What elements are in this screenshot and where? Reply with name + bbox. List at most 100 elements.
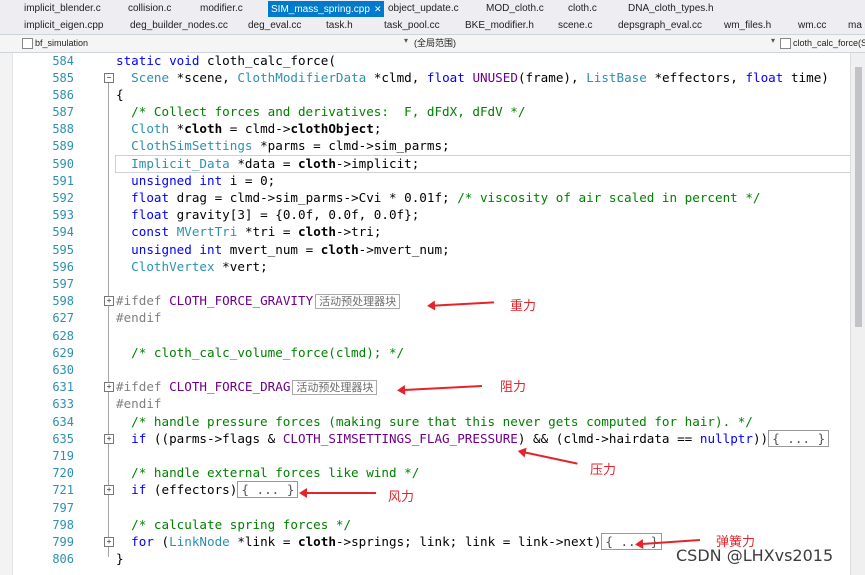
annotation-gravity: 重力 <box>510 299 537 314</box>
expand-icon[interactable]: + <box>104 434 114 444</box>
code-line[interactable]: #endif <box>116 396 162 411</box>
tab-overflow[interactable]: ma <box>848 19 862 33</box>
collapse-icon[interactable]: − <box>104 73 114 83</box>
chevron-down-icon[interactable]: ▾ <box>404 36 408 45</box>
line-number: 631 <box>52 380 74 394</box>
annotation-wind: 风力 <box>388 490 415 505</box>
project-label: bf_simulation <box>35 38 89 48</box>
arrow-icon <box>404 384 482 392</box>
expand-icon[interactable]: + <box>104 296 114 306</box>
code-line[interactable]: #ifdef CLOTH_FORCE_GRAVITY 活动预处理器块 <box>116 293 401 309</box>
close-icon[interactable]: ✕ <box>374 4 382 14</box>
code-line[interactable]: #endif <box>116 310 162 325</box>
function-name: cloth_calc_force( <box>207 53 336 68</box>
scope-label: (全局范围) <box>414 38 456 48</box>
line-number: 597 <box>52 277 74 291</box>
chevron-down-icon[interactable]: ▾ <box>771 36 775 45</box>
document-tab-row-2: implicit_eigen.cpp deg_builder_nodes.cc … <box>0 17 865 35</box>
indicator-margin <box>0 53 13 575</box>
tab-cloth[interactable]: cloth.c <box>568 2 597 16</box>
document-tab-row-1: implicit_blender.c collision.c modifier.… <box>0 0 865 18</box>
line-number: 593 <box>52 208 74 222</box>
watermark: CSDN @LHXvs2015 <box>676 546 834 565</box>
line-number: 719 <box>52 449 74 463</box>
code-line[interactable]: ClothSimSettings *parms = clmd->sim_parm… <box>116 138 449 153</box>
line-number: 633 <box>52 397 74 411</box>
arrow-icon <box>433 301 495 307</box>
tab-mod-cloth[interactable]: MOD_cloth.c <box>486 2 544 16</box>
tab-sim-mass-spring[interactable]: SIM_mass_spring.cpp ✕ <box>268 1 385 17</box>
line-number: 629 <box>52 346 74 360</box>
tab-bke-modifier[interactable]: BKE_modifier.h <box>465 19 534 33</box>
line-number: 586 <box>52 88 74 102</box>
line-number: 797 <box>52 501 74 515</box>
code-comment[interactable]: /* cloth_calc_volume_force(clmd); */ <box>116 345 404 360</box>
line-number: 628 <box>52 329 74 343</box>
tab-implicit-eigen[interactable]: implicit_eigen.cpp <box>24 19 104 33</box>
line-number: 594 <box>52 225 74 239</box>
code-line[interactable]: unsigned int i = 0; <box>116 173 275 188</box>
code-comment[interactable]: /* Collect forces and derivatives: F, dF… <box>116 104 525 119</box>
line-number: 598 <box>52 294 74 308</box>
line-number: 799 <box>52 535 74 549</box>
tab-object-update[interactable]: object_update.c <box>388 2 459 16</box>
line-number: 627 <box>52 311 74 325</box>
code-line[interactable]: Cloth *cloth = clmd->clothObject; <box>116 121 381 136</box>
code-comment[interactable]: /* handle external forces like wind */ <box>116 465 419 480</box>
line-number: 798 <box>52 518 74 532</box>
tab-deg-eval[interactable]: deg_eval.cc <box>248 19 301 33</box>
code-line[interactable]: Implicit_Data *data = cloth->implicit; <box>116 156 419 171</box>
tab-task-h[interactable]: task.h <box>326 19 353 33</box>
function-selector[interactable]: cloth_calc_force(Sce <box>780 37 865 50</box>
tab-modifier[interactable]: modifier.c <box>200 2 243 16</box>
line-number: 635 <box>52 432 74 446</box>
tab-depsgraph-eval[interactable]: depsgraph_eval.cc <box>618 19 702 33</box>
code-line[interactable]: for (LinkNode *link = cloth->springs; li… <box>116 533 663 550</box>
code-line[interactable]: unsigned int mvert_num = cloth->mvert_nu… <box>116 242 450 257</box>
line-number: 630 <box>52 363 74 377</box>
tab-dna-cloth-types[interactable]: DNA_cloth_types.h <box>628 2 714 16</box>
tab-label: SIM_mass_spring.cpp <box>271 4 370 15</box>
tab-task-pool[interactable]: task_pool.cc <box>384 19 440 33</box>
expand-icon[interactable]: + <box>104 485 114 495</box>
annotation-drag: 阻力 <box>500 380 527 395</box>
code-line[interactable]: static void cloth_calc_force( <box>116 53 336 68</box>
collapsed-block[interactable]: { ... } <box>768 430 830 447</box>
tab-wm-files[interactable]: wm_files.h <box>724 19 771 33</box>
code-editor[interactable]: 584 585 586 587 588 589 590 591 592 593 … <box>0 53 865 575</box>
tab-deg-builder-nodes[interactable]: deg_builder_nodes.cc <box>130 19 228 33</box>
code-line[interactable]: Scene *scene, ClothModifierData *clmd, f… <box>116 70 829 85</box>
code-line[interactable]: ClothVertex *vert; <box>116 259 267 274</box>
code-line[interactable]: if (effectors){ ... } <box>116 481 299 498</box>
inactive-preprocessor-hint: 活动预处理器块 <box>292 380 378 395</box>
code-line[interactable]: { <box>116 87 124 102</box>
line-number: 591 <box>52 174 74 188</box>
tab-scene[interactable]: scene.c <box>558 19 592 33</box>
code-line[interactable]: #ifdef CLOTH_FORCE_DRAG 活动预处理器块 <box>116 379 378 395</box>
code-line[interactable]: } <box>116 551 124 566</box>
line-number: 590 <box>52 157 74 171</box>
code-line[interactable]: const MVertTri *tri = cloth->tri; <box>116 224 381 239</box>
project-selector[interactable]: bf_simulation <box>22 37 402 50</box>
project-icon <box>22 38 33 50</box>
collapsed-block[interactable]: { ... } <box>237 481 299 498</box>
code-line[interactable]: float gravity[3] = {0.0f, 0.0f, 0.0f}; <box>116 207 419 222</box>
annotation-pressure: 压力 <box>590 463 617 478</box>
line-number: 589 <box>52 139 74 153</box>
line-number: 721 <box>52 483 74 497</box>
scope-selector[interactable]: (全局范围) <box>414 37 769 50</box>
line-number: 585 <box>52 71 74 85</box>
vertical-scrollbar[interactable] <box>850 53 865 575</box>
code-line[interactable]: float drag = clmd->sim_parms->Cvi * 0.01… <box>116 190 760 205</box>
expand-icon[interactable]: + <box>104 537 114 547</box>
tab-wm[interactable]: wm.cc <box>798 19 826 33</box>
code-comment[interactable]: /* calculate spring forces */ <box>116 517 351 532</box>
code-comment[interactable]: /* handle pressure forces (making sure t… <box>116 414 753 429</box>
tab-collision[interactable]: collision.c <box>128 2 171 16</box>
scrollbar-thumb[interactable] <box>855 67 862 327</box>
code-line[interactable]: if ((parms->flags & CLOTH_SIMSETTINGS_FL… <box>116 430 830 447</box>
tab-implicit-blender[interactable]: implicit_blender.c <box>24 2 101 16</box>
line-number: 720 <box>52 466 74 480</box>
expand-icon[interactable]: + <box>104 382 114 392</box>
line-number: 595 <box>52 243 74 257</box>
